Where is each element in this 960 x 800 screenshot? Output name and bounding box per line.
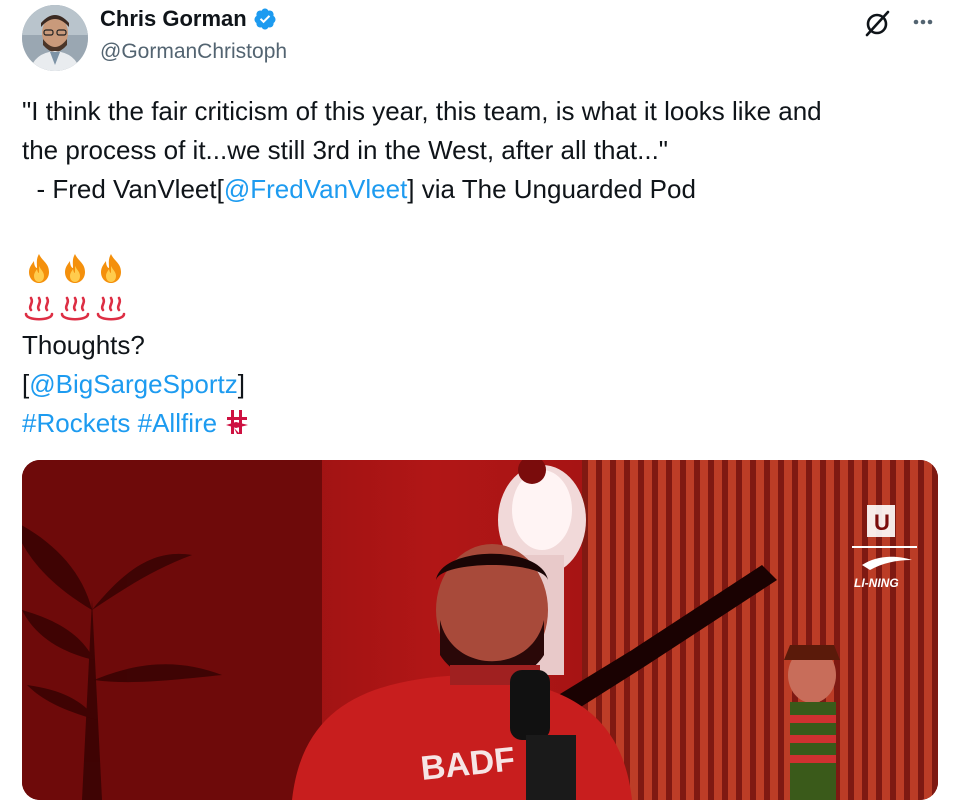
tweet-text-line: "I think the fair criticism of this year… bbox=[22, 96, 822, 126]
hot-springs-emoji bbox=[60, 296, 90, 321]
tweet: Chris Gorman @GormanChristoph "I think t… bbox=[0, 0, 960, 800]
hot-springs-emoji bbox=[24, 296, 54, 321]
tweet-text-line: the process of it...we still 3rd in the … bbox=[22, 135, 669, 165]
hashtags-line: #Rockets #Allfire bbox=[22, 404, 942, 443]
hashtag-link[interactable]: #Rockets bbox=[22, 408, 130, 438]
grok-button[interactable] bbox=[862, 8, 892, 38]
grok-icon bbox=[865, 10, 890, 37]
video-thumbnail[interactable]: BADF U LI-NING bbox=[22, 460, 938, 800]
author-display-name[interactable]: Chris Gorman bbox=[100, 6, 247, 32]
hashtag-link[interactable]: #Allfire bbox=[138, 408, 217, 438]
fire-emoji bbox=[101, 253, 121, 283]
author-handle[interactable]: @GormanChristoph bbox=[100, 40, 287, 64]
hot-springs-emoji bbox=[96, 296, 126, 321]
mention-link[interactable]: @FredVanVleet bbox=[224, 174, 407, 204]
more-options-icon bbox=[913, 19, 933, 25]
avatar[interactable] bbox=[22, 5, 88, 71]
brand-letter: U bbox=[874, 510, 890, 535]
bracket-close: ] bbox=[237, 369, 245, 399]
attribution-suffix: ] via The Unguarded Pod bbox=[407, 174, 696, 204]
more-options-button[interactable] bbox=[906, 4, 940, 38]
tweet-text: "I think the fair criticism of this year… bbox=[22, 92, 942, 443]
mention-line: [@BigSargeSportz] bbox=[22, 365, 942, 404]
houston-rockets-logo bbox=[226, 410, 249, 434]
tweet-text-line: - Fred VanVleet[@FredVanVleet] via The U… bbox=[22, 170, 942, 209]
fire-emoji-row bbox=[22, 248, 942, 287]
fire-emoji bbox=[29, 253, 49, 283]
thoughts-text: Thoughts? bbox=[22, 330, 145, 360]
attribution-prefix: - Fred VanVleet[ bbox=[22, 174, 224, 204]
hot-springs-emoji-row bbox=[22, 287, 942, 326]
brand-name: LI-NING bbox=[854, 576, 899, 590]
author-name-row[interactable]: Chris Gorman bbox=[100, 6, 277, 32]
verified-badge-icon bbox=[254, 8, 276, 30]
fire-emoji bbox=[65, 253, 85, 283]
mention-link[interactable]: @BigSargeSportz bbox=[29, 369, 238, 399]
